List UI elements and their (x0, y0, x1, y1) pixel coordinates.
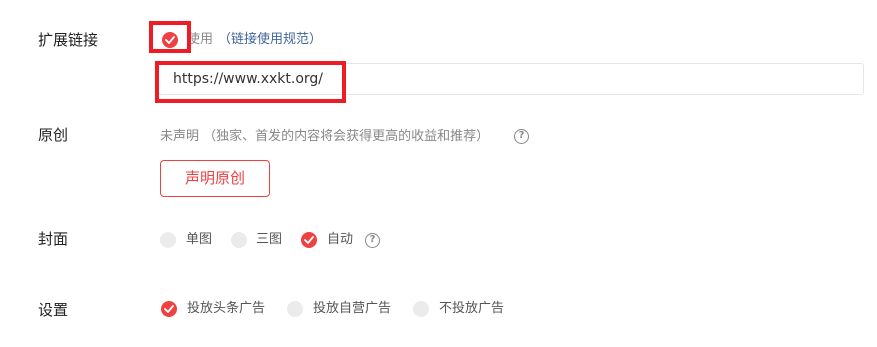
check-icon (164, 305, 174, 313)
ext-link-label: 扩展链接 (38, 31, 99, 49)
cover-option-single-label: 单图 (186, 232, 213, 247)
cover-help-icon[interactable]: ? (365, 233, 380, 248)
settings-radio-toutiao-ads[interactable] (161, 301, 177, 317)
cover-label: 封面 (38, 230, 69, 248)
settings-radio-no-ads[interactable] (413, 301, 429, 317)
settings-option-toutiao-ads-label: 投放头条广告 (187, 301, 266, 316)
settings-label: 设置 (38, 301, 69, 319)
original-help-icon[interactable]: ? (514, 129, 529, 144)
cover-option-three-label: 三图 (256, 232, 283, 247)
checkbox-highlight-box (149, 21, 191, 53)
check-icon (304, 236, 314, 244)
cover-radio-auto[interactable] (301, 232, 317, 248)
original-label: 原创 (38, 126, 69, 144)
cover-option-auto-label: 自动 (327, 232, 354, 247)
original-hint: 未声明 （独家、首发的内容将会获得更高的收益和推荐） (160, 129, 490, 144)
settings-radio-self-ads[interactable] (287, 301, 303, 317)
cover-radio-single[interactable] (160, 232, 176, 248)
settings-option-no-ads-label: 不投放广告 (439, 301, 505, 316)
declare-original-button[interactable]: 声明原创 (160, 160, 270, 197)
url-highlight-box (155, 61, 346, 103)
link-rules-link[interactable]: （链接使用规范） (218, 31, 322, 49)
cover-radio-three[interactable] (231, 232, 247, 248)
settings-option-self-ads-label: 投放自营广告 (313, 301, 392, 316)
